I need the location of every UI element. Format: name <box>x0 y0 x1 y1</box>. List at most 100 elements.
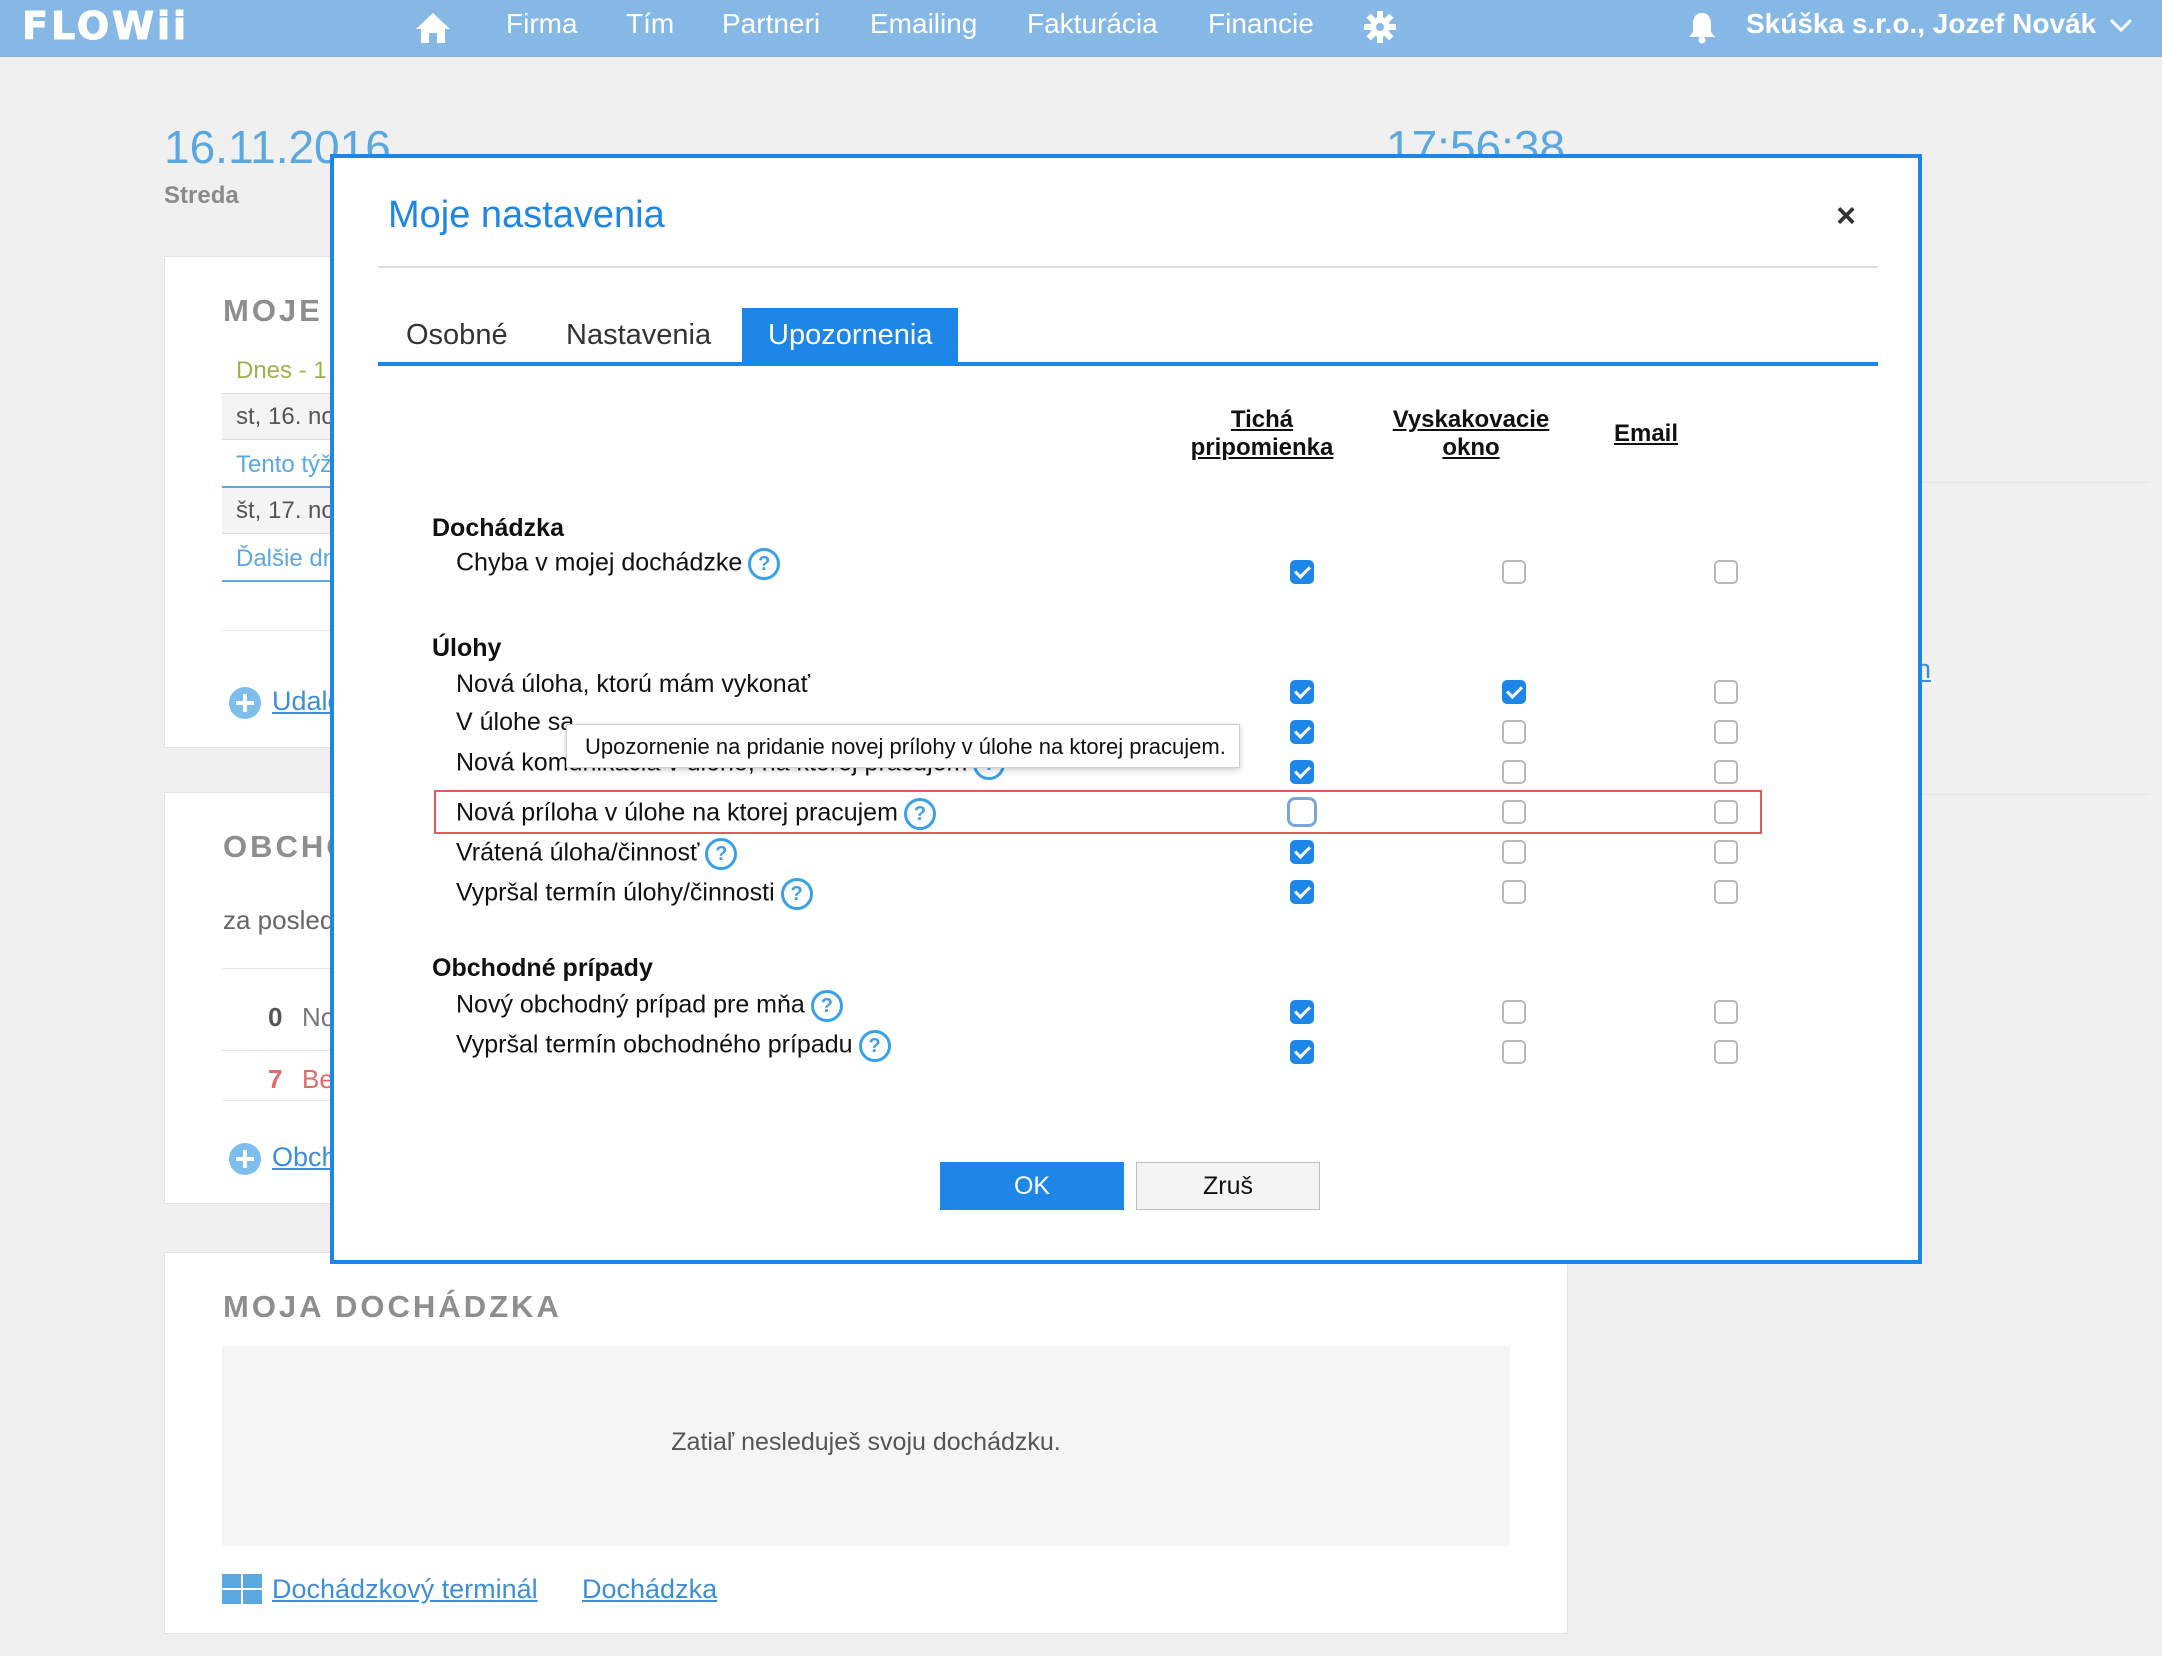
nav-item-financie[interactable]: Financie <box>1208 8 1314 40</box>
row-label-new-business-case: Nový obchodný prípad pre mňa? <box>456 990 843 1022</box>
column-header-line: Tichá <box>1230 406 1294 433</box>
checkbox-new-task-silent[interactable] <box>1290 680 1314 704</box>
help-icon[interactable]: ? <box>858 1030 891 1062</box>
checkbox-new-communication-email[interactable] <box>1714 760 1738 784</box>
divider <box>222 1050 342 1051</box>
checkbox-business-case-expired-popup[interactable] <box>1502 1040 1526 1064</box>
my-row-next-days[interactable]: Ďalšie dni <box>222 536 342 582</box>
row-label-text: Vypršal termín obchodného prípadu <box>456 1030 853 1059</box>
plus-circle-icon[interactable] <box>228 686 262 720</box>
checkbox-new-attachment-silent[interactable] <box>1287 797 1317 827</box>
chevron-down-icon[interactable] <box>2108 14 2134 36</box>
checkbox-returned-task-popup[interactable] <box>1502 840 1526 864</box>
divider <box>222 630 342 631</box>
attendance-panel-title: MOJA DOCHÁDZKA <box>223 1289 562 1324</box>
column-header-popup: Vyskakovacie okno <box>1376 406 1566 462</box>
modal-divider <box>378 266 1878 268</box>
column-header-silent: Tichá pripomienka <box>1182 406 1342 462</box>
row-label-returned-task: Vrátená úloha/činnosť? <box>456 838 738 870</box>
my-row-this-week[interactable]: Tento týždeň <box>222 442 342 488</box>
nav-item-fakturacia[interactable]: Fakturácia <box>1027 8 1158 40</box>
plus-circle-icon[interactable] <box>228 1142 262 1176</box>
checkbox-returned-task-email[interactable] <box>1714 840 1738 864</box>
row-label-text: V úlohe sa <box>456 708 575 736</box>
row-label-new-task: Nová úloha, ktorú mám vykonať <box>456 670 810 698</box>
checkbox-new-task-email[interactable] <box>1714 680 1738 704</box>
checkbox-new-business-case-silent[interactable] <box>1290 1000 1314 1024</box>
checkbox-attendance-error-silent[interactable] <box>1290 560 1314 584</box>
nav-item-firma[interactable]: Firma <box>506 8 578 40</box>
terminal-icon <box>222 1574 262 1604</box>
nav-item-partneri[interactable]: Partneri <box>722 8 820 40</box>
bell-icon[interactable] <box>1686 10 1718 44</box>
checkbox-task-change-email[interactable] <box>1714 720 1738 744</box>
checkbox-task-change-popup[interactable] <box>1502 720 1526 744</box>
help-tooltip: Upozornenie na pridanie novej prílohy v … <box>566 724 1240 768</box>
add-business-case-link[interactable]: Obch <box>272 1142 337 1173</box>
help-icon[interactable]: ? <box>705 838 738 870</box>
checkbox-returned-task-silent[interactable] <box>1290 840 1314 864</box>
nav-item-emailing[interactable]: Emailing <box>870 8 977 40</box>
current-day: Streda <box>164 182 239 209</box>
divider <box>222 968 342 969</box>
checkbox-business-case-expired-silent[interactable] <box>1290 1040 1314 1064</box>
column-header-email: Email <box>1586 420 1706 448</box>
column-header-line: pripomienka <box>1190 434 1334 461</box>
attendance-empty-box: Zatiaľ nesleduješ svoju dochádzku. <box>222 1346 1510 1546</box>
section-heading-business-cases: Obchodné prípady <box>432 954 653 982</box>
section-heading-attendance: Dochádzka <box>432 514 564 542</box>
column-header-line: Email <box>1613 420 1679 447</box>
close-icon[interactable]: × <box>1828 198 1864 234</box>
help-icon[interactable]: ? <box>903 798 936 830</box>
checkbox-new-business-case-email[interactable] <box>1714 1000 1738 1024</box>
help-icon[interactable]: ? <box>810 990 843 1022</box>
nav-item-tim[interactable]: Tím <box>626 8 674 40</box>
checkbox-task-expired-popup[interactable] <box>1502 880 1526 904</box>
app-logo[interactable]: FLOWii <box>21 4 189 49</box>
help-icon[interactable]: ? <box>748 548 781 580</box>
checkbox-attendance-error-email[interactable] <box>1714 560 1738 584</box>
my-row-today[interactable]: Dnes - 1 <box>222 348 342 394</box>
my-row-date-1[interactable]: st, 16. nov <box>222 394 342 440</box>
checkbox-new-attachment-popup[interactable] <box>1502 800 1526 824</box>
checkbox-task-expired-silent[interactable] <box>1290 880 1314 904</box>
business-count-0: 0 <box>268 1002 283 1032</box>
checkbox-new-communication-silent[interactable] <box>1290 760 1314 784</box>
tab-nastavenia[interactable]: Nastavenia <box>566 308 711 362</box>
checkbox-new-communication-popup[interactable] <box>1502 760 1526 784</box>
divider <box>1920 794 2150 795</box>
checkbox-new-task-popup[interactable] <box>1502 680 1526 704</box>
row-label-text: Chyba v mojej dochádzke <box>456 548 743 577</box>
tab-osobne[interactable]: Osobné <box>406 308 508 362</box>
section-heading-tasks: Úlohy <box>432 634 502 662</box>
checkbox-business-case-expired-email[interactable] <box>1714 1040 1738 1064</box>
checkbox-attendance-error-popup[interactable] <box>1502 560 1526 584</box>
business-count-1: 7 <box>268 1064 283 1094</box>
home-icon[interactable] <box>414 10 452 46</box>
row-label-text: Nový obchodný prípad pre mňa <box>456 990 805 1019</box>
checkbox-new-business-case-popup[interactable] <box>1502 1000 1526 1024</box>
tab-upozornenia[interactable]: Upozornenia <box>742 308 959 362</box>
checkbox-task-expired-email[interactable] <box>1714 880 1738 904</box>
cancel-button[interactable]: Zruš <box>1136 1162 1320 1210</box>
row-label-text: Vypršal termín úlohy/činnosti <box>456 878 775 907</box>
checkbox-task-change-silent[interactable] <box>1290 720 1314 744</box>
user-menu[interactable]: Skúška s.r.o., Jozef Novák <box>1746 8 2096 40</box>
ok-button[interactable]: OK <box>940 1162 1124 1210</box>
divider <box>1920 482 2150 483</box>
row-label-text: Vrátená úloha/činnosť <box>456 838 700 867</box>
checkbox-new-attachment-email[interactable] <box>1714 800 1738 824</box>
top-navbar: FLOWii Firma Tím Partneri Emailing Faktu… <box>0 0 2162 57</box>
attendance-empty-message: Zatiaľ nesleduješ svoju dochádzku. <box>671 1428 1061 1456</box>
settings-modal: Moje nastavenia × Osobné Nastavenia Upoz… <box>330 154 1922 1264</box>
my-row-date-2[interactable]: št, 17. nov <box>222 488 342 534</box>
modal-title: Moje nastavenia <box>388 194 665 236</box>
help-icon[interactable]: ? <box>780 878 813 910</box>
row-label-new-attachment: Nová príloha v úlohe na ktorej pracujem? <box>456 798 936 830</box>
tab-underline <box>378 362 1878 366</box>
row-label-task-change: V úlohe sa <box>456 708 574 737</box>
row-label-task-expired: Vypršal termín úlohy/činnosti? <box>456 878 813 910</box>
attendance-link[interactable]: Dochádzka <box>582 1574 717 1605</box>
gear-icon[interactable] <box>1362 9 1398 45</box>
attendance-terminal-link[interactable]: Dochádzkový terminál <box>272 1574 538 1605</box>
